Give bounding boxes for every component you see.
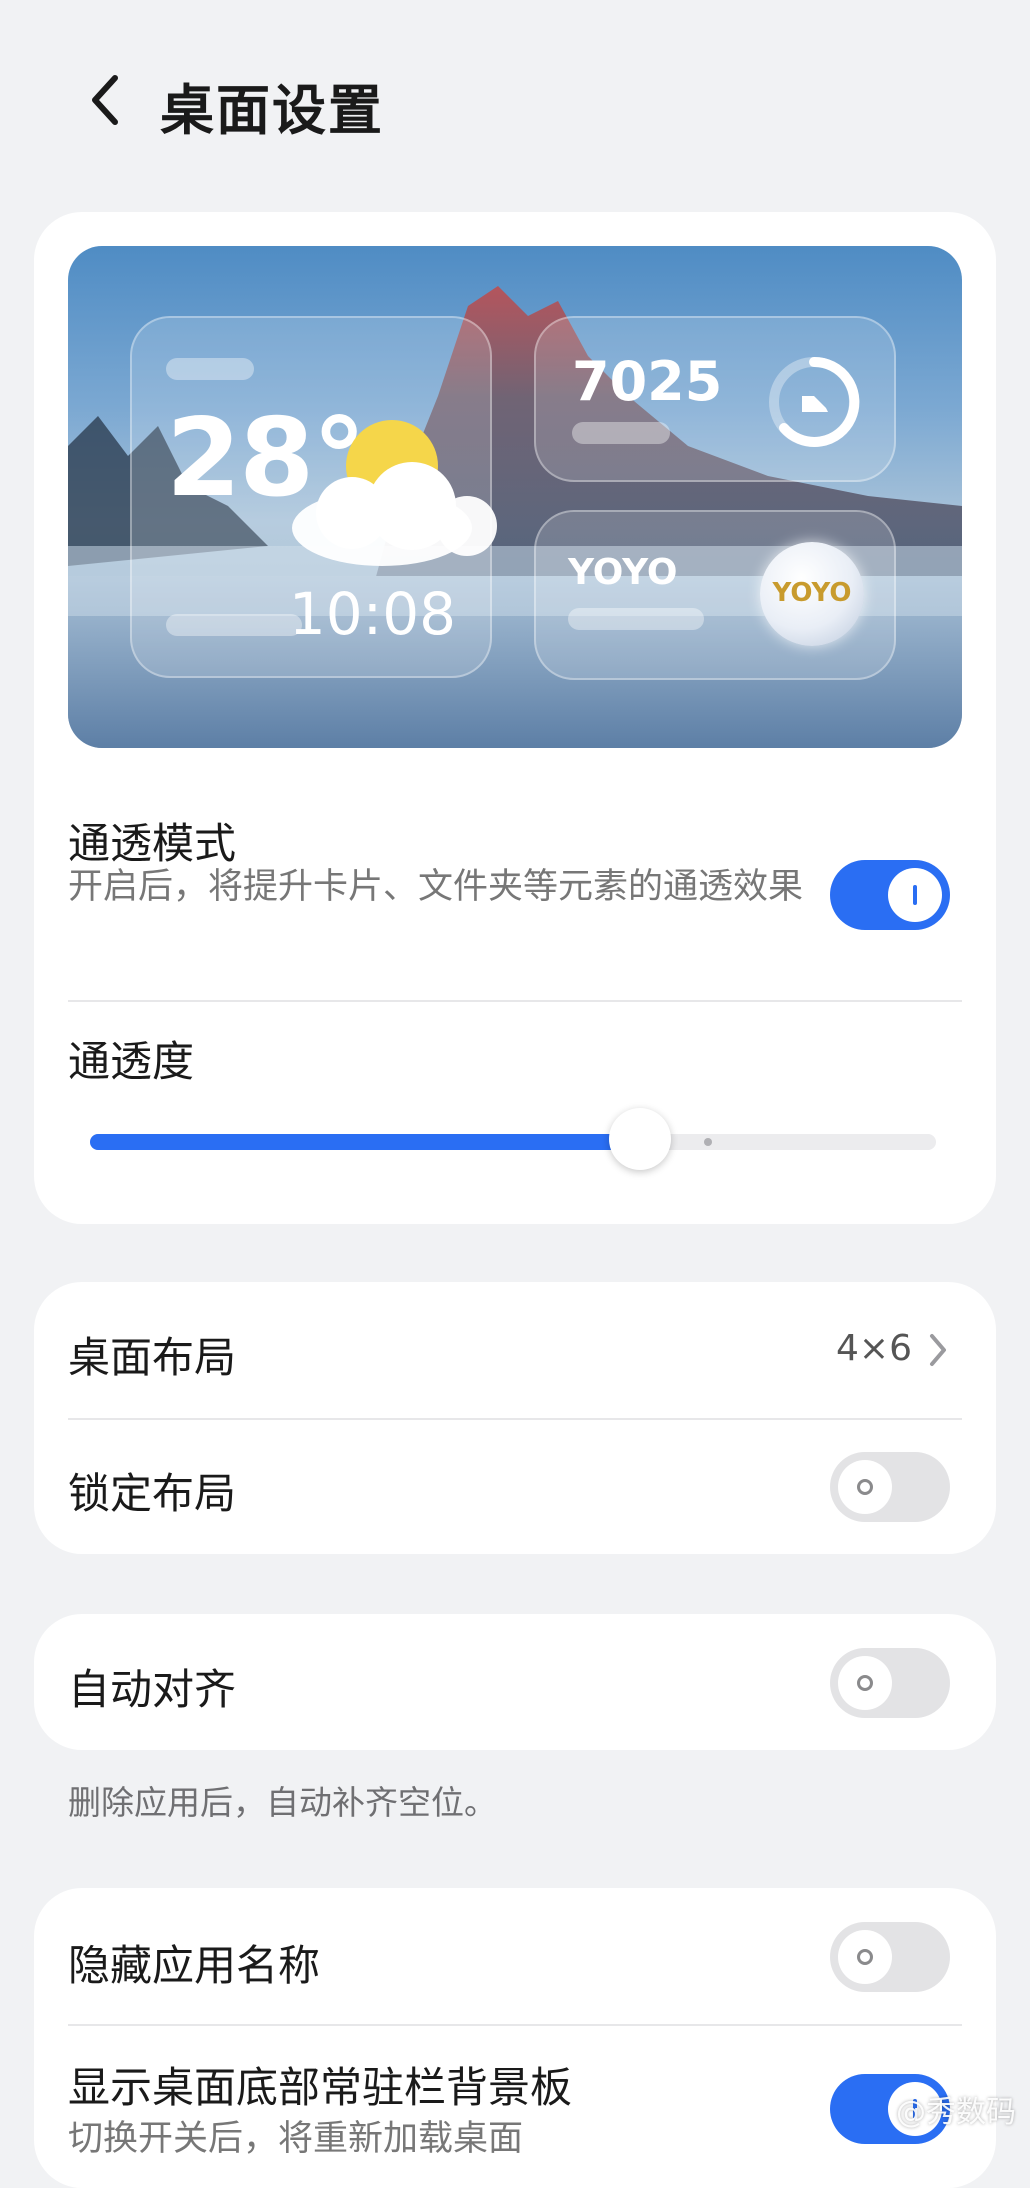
transparency-level-title: 通透度 bbox=[68, 1028, 194, 1089]
shoe-progress-icon bbox=[764, 352, 864, 452]
auto-align-toggle[interactable] bbox=[830, 1648, 950, 1718]
chevron-left-icon bbox=[85, 72, 125, 128]
layout-card: 桌面布局 4×6 锁定布局 bbox=[34, 1282, 996, 1554]
hide-app-names-toggle[interactable] bbox=[830, 1922, 950, 1992]
placeholder-bar bbox=[568, 608, 704, 630]
toggle-knob bbox=[888, 868, 942, 922]
dock-background-title: 显示桌面底部常驻栏背景板 bbox=[68, 2054, 572, 2115]
app-names-card: 隐藏应用名称 显示桌面底部常驻栏背景板 切换开关后，将重新加载桌面 bbox=[34, 1888, 996, 2188]
desktop-layout-value: 4×6 bbox=[836, 1328, 912, 1369]
clock-time: 10:08 bbox=[289, 580, 456, 648]
divider bbox=[68, 2024, 962, 2026]
divider bbox=[68, 1000, 962, 1002]
step-count: 7025 bbox=[572, 350, 722, 413]
page-title: 桌面设置 bbox=[160, 66, 384, 145]
toggle-knob bbox=[838, 1460, 892, 1514]
back-button[interactable] bbox=[70, 62, 140, 138]
slider-tick-mark bbox=[704, 1138, 712, 1146]
transparency-card: 28° 10:08 7025 YOYO YOYO bbox=[34, 212, 996, 1224]
toggle-knob bbox=[838, 1656, 892, 1710]
auto-align-card: 自动对齐 bbox=[34, 1614, 996, 1750]
steps-widget[interactable]: 7025 bbox=[534, 316, 896, 482]
placeholder-bar bbox=[166, 614, 302, 636]
placeholder-bar bbox=[166, 358, 254, 380]
weather-widget[interactable]: 28° 10:08 bbox=[130, 316, 492, 678]
yoyo-widget[interactable]: YOYO YOYO bbox=[534, 510, 896, 680]
desktop-layout-row[interactable]: 桌面布局 4×6 bbox=[34, 1282, 996, 1418]
partly-cloudy-icon bbox=[282, 408, 502, 578]
header: 桌面设置 bbox=[0, 0, 1030, 200]
yoyo-label: YOYO bbox=[568, 552, 678, 593]
lock-layout-toggle[interactable] bbox=[830, 1452, 950, 1522]
watermark: @秀数码 bbox=[896, 2087, 1016, 2131]
auto-align-footnote: 删除应用后，自动补齐空位。 bbox=[68, 1776, 497, 1824]
transparency-mode-description: 开启后，将提升卡片、文件夹等元素的通透效果 bbox=[68, 862, 848, 912]
transparency-slider-track[interactable] bbox=[90, 1134, 936, 1150]
yoyo-badge-text: YOYO bbox=[760, 578, 864, 608]
yoyo-assistant-icon: YOYO bbox=[760, 542, 864, 646]
chevron-right-icon bbox=[926, 1332, 950, 1368]
divider bbox=[68, 1418, 962, 1420]
dock-background-subtitle: 切换开关后，将重新加载桌面 bbox=[68, 2114, 523, 2164]
desktop-layout-title: 桌面布局 bbox=[68, 1324, 236, 1385]
transparency-slider-fill bbox=[90, 1134, 640, 1150]
auto-align-title: 自动对齐 bbox=[68, 1656, 236, 1717]
lock-layout-title: 锁定布局 bbox=[68, 1460, 236, 1521]
placeholder-bar bbox=[572, 422, 670, 444]
transparency-mode-toggle[interactable] bbox=[830, 860, 950, 930]
wallpaper-preview: 28° 10:08 7025 YOYO YOYO bbox=[68, 246, 962, 748]
hide-app-names-title: 隐藏应用名称 bbox=[68, 1932, 320, 1993]
toggle-knob bbox=[838, 1930, 892, 1984]
transparency-slider-thumb[interactable] bbox=[609, 1108, 671, 1170]
